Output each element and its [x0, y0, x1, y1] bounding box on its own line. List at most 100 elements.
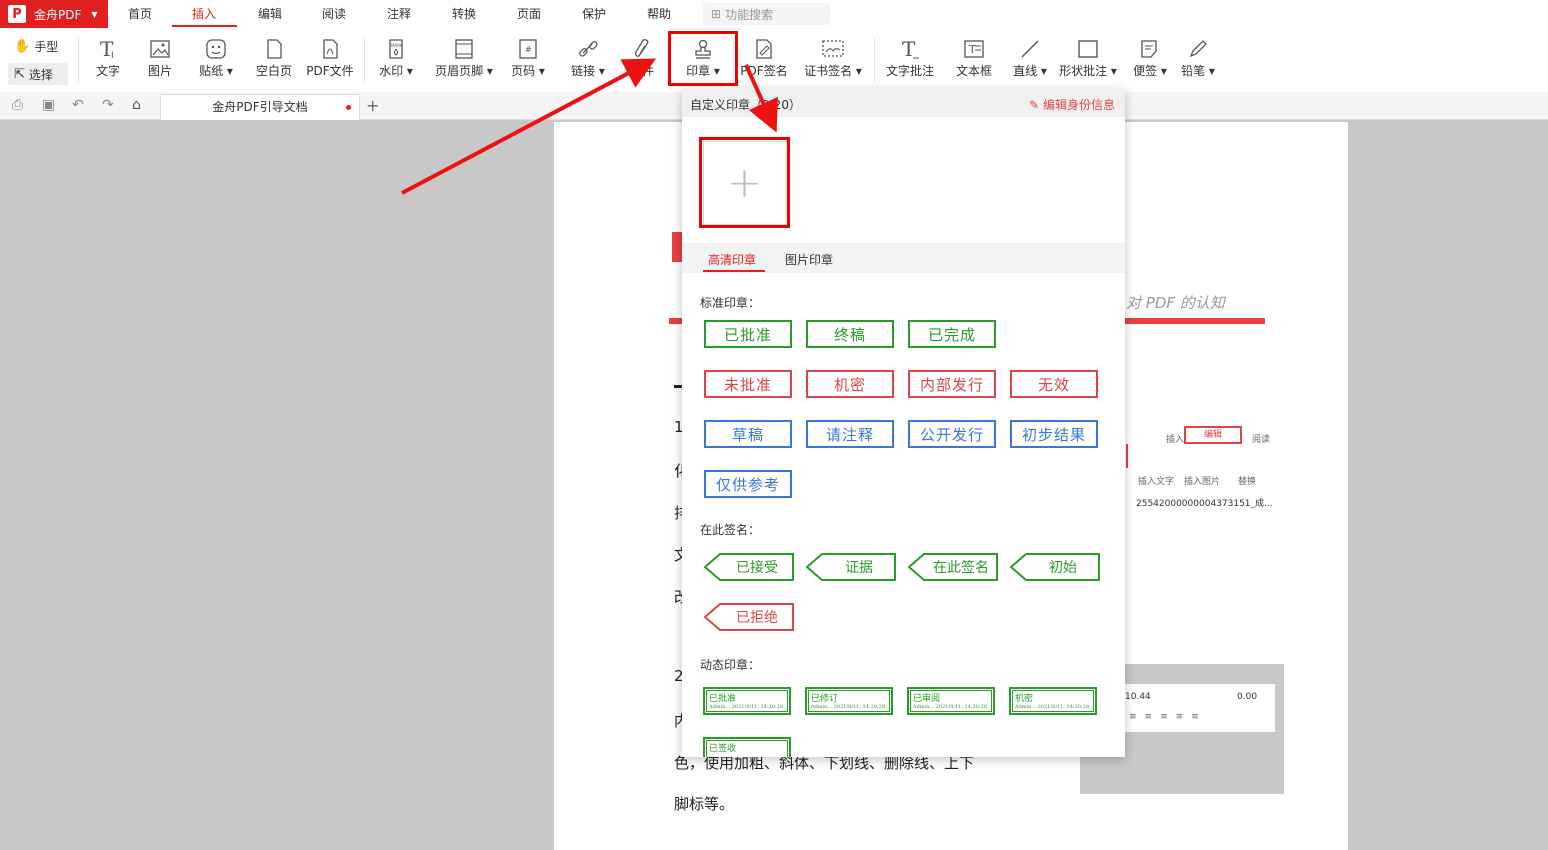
menu-read[interactable]: 阅读: [314, 0, 354, 28]
stamp-not-approved[interactable]: 未批准: [704, 370, 792, 398]
active-menu-underline: [172, 25, 237, 27]
tool-header-footer[interactable]: 页眉页脚 ▾: [435, 36, 493, 79]
paperclip-icon: [631, 36, 653, 62]
tool-image[interactable]: 图片: [132, 36, 188, 79]
embedded-screenshot-toolbar: 插入 编辑 阅读 插入文字 插入图片 替换 255420000000043731…: [1124, 422, 1284, 518]
tool-header-footer-label: 页眉页脚 ▾: [435, 64, 493, 78]
menu-annotate[interactable]: 注释: [379, 0, 419, 28]
stamp-final[interactable]: 终稿: [806, 320, 894, 348]
tool-text-annotation[interactable]: T 文字批注: [882, 36, 938, 79]
cursor-icon: ⇱: [14, 66, 25, 82]
tool-page-number[interactable]: # 页码 ▾: [500, 36, 556, 79]
stamp-draft[interactable]: 草稿: [704, 420, 792, 448]
custom-stamp-title: 自定义印章（0/20）: [690, 98, 801, 112]
embed-tool: 插入文字: [1138, 477, 1175, 487]
stamp-preliminary[interactable]: 初步结果: [1010, 420, 1098, 448]
tool-attachment-label: 附件: [629, 64, 654, 78]
svg-text:T: T: [902, 38, 916, 60]
embed-menu-read: 阅读: [1252, 435, 1271, 445]
tool-watermark-label: 水印 ▾: [379, 64, 413, 78]
tool-pdf-signature[interactable]: PDF签名: [736, 36, 792, 79]
feature-search-box[interactable]: ⊞ 功能搜索: [703, 3, 830, 25]
svg-text:MARK: MARK: [391, 43, 403, 48]
hand-icon: ✋: [14, 38, 31, 54]
document-tab[interactable]: 金舟PDF引导文档: [160, 94, 360, 120]
grid-search-icon: ⊞: [711, 7, 722, 21]
dynamic-stamp-received[interactable]: 已签收: [703, 737, 791, 757]
embed-format-panel: 10.44 0.00 ≡≡≡≡≡: [1125, 684, 1275, 732]
tool-text[interactable]: TI 文字: [80, 36, 136, 79]
sign-accepted[interactable]: 已接受: [704, 553, 794, 581]
sign-rejected[interactable]: 已拒绝: [704, 603, 794, 631]
embed-menu-edit: 编辑: [1184, 426, 1242, 444]
embed-tool: 替换: [1238, 477, 1257, 487]
tab-hd-stamp[interactable]: 高清印章: [708, 251, 756, 268]
edit-identity-button[interactable]: ✎ 编辑身份信息: [1029, 96, 1115, 113]
menu-insert[interactable]: 插入: [180, 0, 228, 28]
tool-blank-page[interactable]: 空白页: [246, 36, 302, 79]
stamp-internal[interactable]: 内部发行: [908, 370, 996, 398]
tool-pdf-file-label: PDF文件: [306, 64, 354, 78]
tool-link[interactable]: 链接 ▾: [560, 36, 616, 79]
sign-here[interactable]: 在此签名: [908, 553, 998, 581]
menu-home[interactable]: 首页: [120, 0, 160, 28]
text-icon: TI: [97, 36, 119, 62]
svg-text:I: I: [111, 51, 114, 60]
dynamic-stamp-approved[interactable]: 已批准 Admin... 2021/8/11, 14:20:28: [703, 687, 791, 715]
menu-convert[interactable]: 转换: [444, 0, 484, 28]
tool-watermark[interactable]: MARK 水印 ▾: [368, 36, 424, 79]
custom-stamp-header: 自定义印章（0/20） ✎ 编辑身份信息: [682, 89, 1125, 117]
tool-attachment[interactable]: 附件: [614, 36, 670, 79]
tool-link-label: 链接 ▾: [571, 64, 605, 78]
textbox-icon: T: [963, 36, 985, 62]
select-tool[interactable]: ⇱ 选择: [8, 63, 68, 85]
menu-protect[interactable]: 保护: [574, 0, 614, 28]
add-tab-icon[interactable]: +: [366, 96, 379, 115]
hand-tool[interactable]: ✋ 手型: [8, 35, 68, 57]
tab-image-stamp[interactable]: 图片印章: [785, 251, 833, 268]
sign-evidence[interactable]: 证据: [806, 553, 896, 581]
certificate-signature-icon: [821, 36, 845, 62]
print-icon[interactable]: ⎙: [12, 97, 23, 113]
tool-pencil[interactable]: 铅笔 ▾: [1170, 36, 1226, 79]
header-footer-icon: [453, 36, 475, 62]
tool-cert-signature-label: 证书签名 ▾: [804, 64, 862, 78]
stamp-public-release[interactable]: 公开发行: [908, 420, 996, 448]
home-icon[interactable]: ⌂: [132, 97, 141, 113]
menu-edit[interactable]: 编辑: [250, 0, 290, 28]
menu-help[interactable]: 帮助: [639, 0, 679, 28]
sign-initial[interactable]: 初始: [1010, 553, 1100, 581]
dynamic-stamp-revised[interactable]: 已修订 Admin... 2021/8/11, 14:20:28: [805, 687, 893, 715]
save-icon[interactable]: ▣: [42, 97, 55, 113]
pdf-file-icon: [319, 36, 341, 62]
svg-text:T: T: [968, 43, 976, 56]
tool-image-label: 图片: [147, 64, 172, 78]
tool-pdf-file[interactable]: PDF文件: [302, 36, 358, 79]
tool-sticker[interactable]: 贴纸 ▾: [188, 36, 244, 79]
document-subtitle: 对 PDF 的认知: [1126, 294, 1225, 312]
dynamic-stamp-reviewed[interactable]: 已审阅 Admin... 2021/8/11, 14:20:28: [907, 687, 995, 715]
tool-line[interactable]: 直线 ▾: [1002, 36, 1058, 79]
stamp-please-comment[interactable]: 请注释: [806, 420, 894, 448]
watermark-icon: MARK: [385, 36, 407, 62]
svg-text:#: #: [525, 45, 532, 54]
redo-icon[interactable]: ↷: [102, 97, 114, 113]
tool-shape[interactable]: 形状批注 ▾: [1059, 36, 1117, 79]
menu-page[interactable]: 页面: [509, 0, 549, 28]
undo-icon[interactable]: ↶: [72, 97, 84, 113]
tool-text-annotation-label: 文字批注: [885, 64, 934, 78]
stamp-confidential[interactable]: 机密: [806, 370, 894, 398]
stamp-void[interactable]: 无效: [1010, 370, 1098, 398]
embed-font-size: 10.44: [1125, 692, 1151, 702]
stamp-approved[interactable]: 已批准: [704, 320, 792, 348]
rectangle-icon: [1077, 36, 1099, 62]
add-custom-stamp-button[interactable]: +: [699, 137, 790, 228]
tool-textbox[interactable]: T 文本框: [946, 36, 1002, 79]
tool-cert-signature[interactable]: 证书签名 ▾: [804, 36, 862, 79]
line-icon: [1019, 36, 1041, 62]
app-logo-button[interactable]: P 金舟PDF ▼: [0, 0, 108, 28]
dynamic-stamp-confidential[interactable]: 机密 Admin... 2021/8/11, 14:20:28: [1009, 687, 1097, 715]
dynamic-stamps-label: 动态印章：: [700, 658, 761, 672]
stamp-completed[interactable]: 已完成: [908, 320, 996, 348]
stamp-reference-only[interactable]: 仅供参考: [704, 470, 792, 498]
